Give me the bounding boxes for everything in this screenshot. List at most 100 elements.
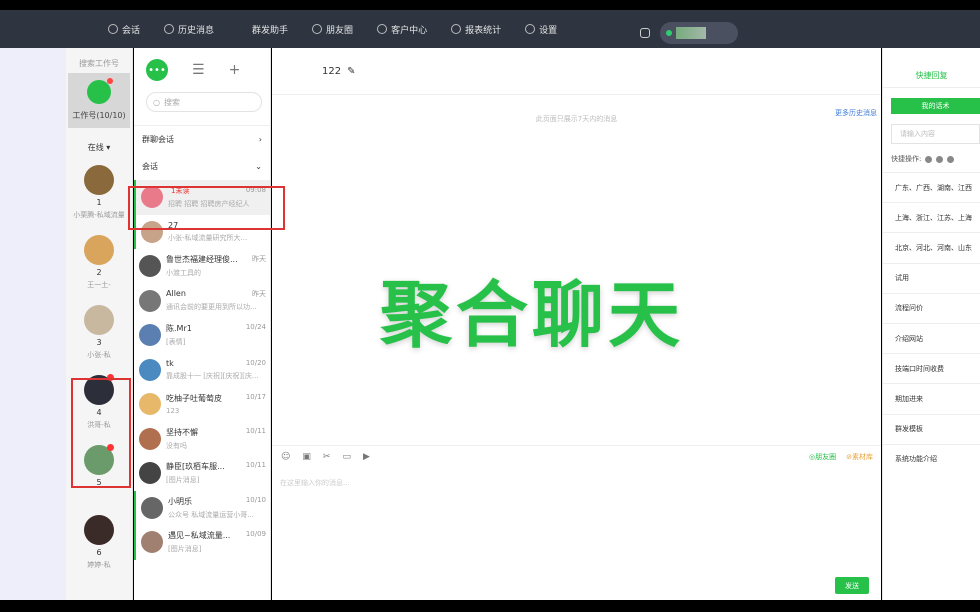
chat-line-1: 吃柚子吐葡萄皮 10/17 [166, 393, 266, 404]
quick-reply-search-input[interactable]: 请输入内容 [891, 124, 980, 144]
avatar [84, 374, 114, 405]
chat-list-item[interactable]: 27 小张-私域流量研究所大... [134, 214, 270, 249]
chat-preview: [图片消息] [168, 545, 202, 554]
nav-item-2[interactable]: 群发助手 [238, 23, 288, 36]
tab-quick-reply[interactable]: 快捷回复 [883, 64, 980, 88]
chat-list-item[interactable]: 陈.Mr1 10/24 [表情] [134, 318, 270, 353]
online-status-dot [666, 30, 672, 36]
chat-list-item[interactable]: 吃柚子吐葡萄皮 10/17 123 [134, 387, 270, 422]
quick-reply-item[interactable]: 广东、广西、湖南、江西 [883, 172, 980, 202]
avatar [139, 289, 161, 312]
avatar [139, 255, 161, 278]
account-item[interactable]: 4 洪哥-私 [66, 371, 132, 441]
chat-line-1: Allen 昨天 [166, 289, 266, 299]
chat-meta: 鲁世杰福建经理俊... 昨天 小渡工具的 [166, 254, 266, 278]
image-icon[interactable]: ▣ [302, 452, 311, 462]
material-library-button[interactable]: ⊘素材库 [846, 452, 873, 462]
chat-name-wrap: 1未读 [168, 186, 189, 196]
contacts-icon[interactable]: ☰ [192, 62, 205, 78]
search-worker-label[interactable]: 搜索工作号 [66, 48, 132, 73]
nav-label: 会话 [122, 25, 141, 36]
nav-item-0[interactable]: 会话 [108, 23, 140, 36]
chat-line-1: 坚持不懈 10/11 [166, 427, 266, 438]
nav-label: 设置 [539, 25, 558, 36]
chat-preview: 靠成股十一 [庆祝][庆祝][庆... [166, 371, 259, 380]
avatar [84, 515, 114, 545]
edit-icon[interactable]: ✎ [347, 66, 355, 77]
chat-meta: 陈.Mr1 10/24 [表情] [166, 323, 266, 347]
chat-list-item[interactable]: Allen 昨天 通讯会前的要更用到所以功... [134, 284, 270, 319]
nav-item-5[interactable]: 报表统计 [451, 23, 501, 36]
database-icon[interactable] [640, 28, 650, 38]
nav-item-4[interactable]: 客户中心 [377, 23, 427, 36]
chat-line-1: tk 10/20 [166, 359, 266, 368]
chat-list-item[interactable]: tk 10/20 靠成股十一 [庆祝][庆祝][庆... [134, 353, 270, 388]
search-icon: ○ [153, 97, 160, 107]
quick-reply-item[interactable]: 群发模板 [883, 413, 980, 444]
chat-list-item[interactable]: 1未读 09:08 招聘 招聘 招聘房产经纪人 [134, 180, 270, 215]
chat-line-1: 鲁世杰福建经理俊... 昨天 [166, 254, 266, 265]
account-item[interactable]: 6 婷婷-私 [66, 511, 132, 581]
worker-account-selector[interactable]: 工作号(10/10) [68, 73, 130, 128]
quick-reply-item[interactable]: 系统功能介绍 [883, 443, 980, 474]
account-item[interactable]: 1 小栗腾-私域流量 [66, 161, 132, 231]
quick-reply-item[interactable]: 期加进来 [883, 383, 980, 413]
account-item[interactable]: 2 王一土- [66, 231, 132, 301]
add-friend-icon[interactable]: + [229, 62, 241, 78]
video-icon[interactable]: ▶ [363, 452, 370, 462]
chat-preview: 小张-私域流量研究所大... [168, 233, 248, 242]
help-circle-icon[interactable] [947, 155, 955, 163]
quick-reply-item[interactable]: 上海、浙江、江苏、上海 [883, 202, 980, 232]
chat-bubble-icon[interactable]: ••• [146, 59, 168, 81]
settings-circle-icon[interactable] [936, 155, 944, 163]
chat-list-item[interactable]: 静臣[玖栢车服... 10/11 [图片消息] [134, 456, 270, 491]
quick-reply-item[interactable]: 试用 [883, 262, 980, 293]
emoji-icon[interactable]: ☺ [281, 452, 290, 462]
user-profile-chip[interactable] [660, 22, 738, 44]
quick-reply-item[interactable]: 北京、河北、河南、山东 [883, 232, 980, 262]
chat-name: 坚持不懈 [166, 427, 198, 437]
chat-name: 27 [168, 220, 179, 230]
chat-meta: 小明乐 10/10 公众号 私域流量运营小哥... [168, 496, 266, 520]
moments-button[interactable]: ◎朋友圈 [809, 452, 836, 462]
unread-badge [107, 374, 114, 381]
chat-list-item[interactable]: 坚持不懈 10/11 没有吗 [134, 422, 270, 457]
session-section[interactable]: 会话 ⌄ [134, 153, 270, 180]
chat-list-column: ••• ☰ + ○ 搜索 群聊会话 › 会话 ⌄ 1未读 09:08 招聘 招聘 招… [134, 48, 271, 600]
avatar [84, 165, 114, 195]
online-status-filter[interactable]: 在线 ▾ [66, 128, 132, 161]
toolbar-right: ◎朋友圈 ⊘素材库 [809, 452, 873, 462]
avatar [141, 531, 163, 554]
worker-account-column: 搜索工作号 工作号(10/10) 在线 ▾ 1 小栗腾-私域流量 2 王一土- 3 小张-… [66, 48, 133, 600]
top-right-area [640, 22, 738, 44]
unread-tag: 1未读 [171, 186, 190, 195]
nav-item-3[interactable]: 朋友圈 [312, 23, 353, 36]
message-input[interactable]: 在这里输入你的消息... [280, 478, 350, 488]
add-circle-icon[interactable] [925, 155, 933, 163]
send-button[interactable]: 发送 [835, 577, 869, 594]
quick-reply-item[interactable]: 技端口时间收费 [883, 353, 980, 383]
nav-item-6[interactable]: 设置 [525, 23, 557, 36]
quick-reply-panel: 快捷回复 我的话术 请输入内容 快捷操作: 广东、广西、湖南、江西 上海、浙江、江… [882, 48, 980, 600]
chat-time: 10/11 [245, 461, 266, 470]
chat-name-wrap: 静臣[玖栢车服... [166, 461, 225, 472]
scissors-icon[interactable]: ✂ [323, 452, 331, 462]
chat-name: Allen [166, 289, 186, 299]
quick-reply-item[interactable]: 介绍网站 [883, 322, 980, 353]
account-number: 2 [96, 268, 102, 277]
quick-reply-item[interactable]: 流程问价 [883, 292, 980, 323]
account-item[interactable]: 3 小张-私 [66, 301, 132, 371]
nav-item-1[interactable]: 历史消息 [164, 23, 214, 36]
chat-list-item[interactable]: 小明乐 10/10 公众号 私域流量运营小哥... [134, 490, 270, 525]
my-scripts-button[interactable]: 我的话术 [891, 98, 980, 114]
chat-search-input[interactable]: ○ 搜索 [146, 92, 262, 112]
chat-list-item[interactable]: 遇见~私域流量... 10/09 [图片消息] [134, 525, 270, 560]
chat-list-item[interactable]: 鲁世杰福建经理俊... 昨天 小渡工具的 [134, 249, 270, 284]
folder-icon[interactable]: ▭ [342, 452, 351, 462]
group-chat-section[interactable]: 群聊会话 › [134, 125, 270, 153]
unread-badge [107, 444, 114, 451]
chat-line-1: 1未读 09:08 [168, 186, 266, 196]
chat-name: tk [166, 358, 174, 368]
account-item[interactable]: 5 [66, 441, 132, 511]
moments-icon [312, 24, 323, 34]
